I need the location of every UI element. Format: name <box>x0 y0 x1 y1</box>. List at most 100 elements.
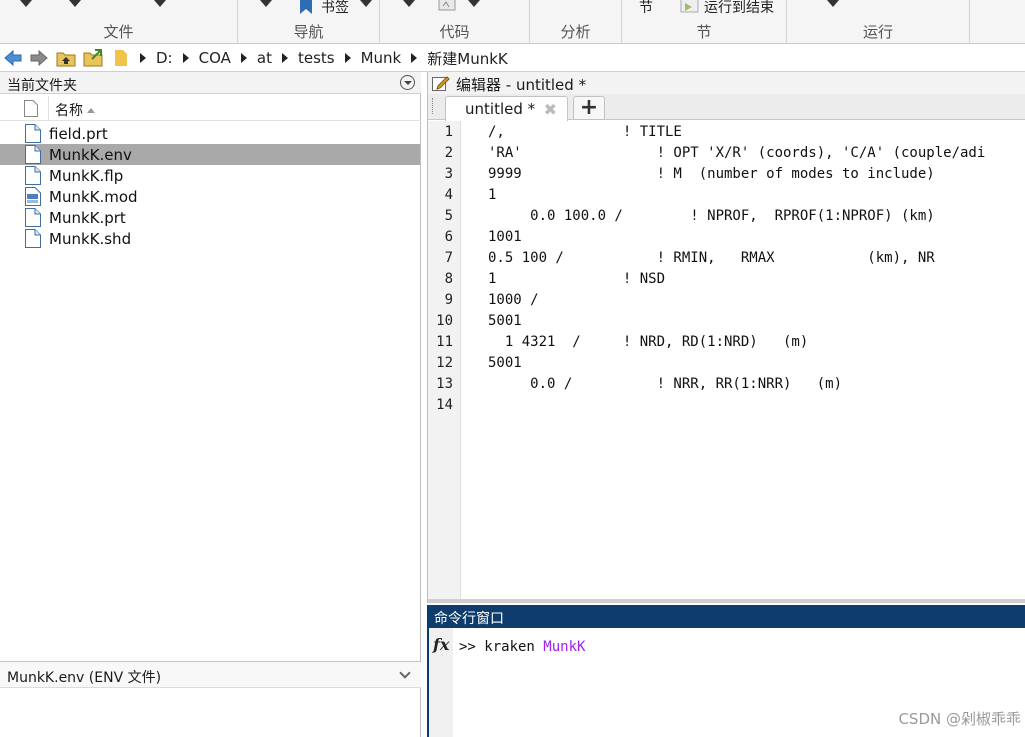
type-column-icon[interactable] <box>24 100 38 117</box>
line-number: 4 <box>444 187 453 203</box>
toolstrip-section-analyze: 分析 <box>530 0 622 44</box>
command-argument: MunkK <box>543 639 586 655</box>
run-to-end-button[interactable]: 运行到结束 <box>704 0 774 17</box>
code-line[interactable]: 1 <box>488 187 496 203</box>
command-input[interactable]: >> kraken MunkK <box>459 639 585 655</box>
text-file-icon <box>25 166 41 185</box>
line-number: 14 <box>436 397 453 413</box>
file-row[interactable]: field.prt <box>0 123 420 144</box>
code-line[interactable]: 5001 <box>488 313 522 329</box>
file-row[interactable]: MunkK.shd <box>0 228 420 249</box>
close-icon[interactable]: ✖ <box>544 100 557 119</box>
up-folder-icon[interactable] <box>56 48 76 68</box>
command-window-title: 命令行窗口 <box>429 605 1025 628</box>
sort-ascending-icon <box>87 108 95 113</box>
code-line[interactable]: 'RA' ! OPT 'X/R' (coords), 'C/A' (couple… <box>488 145 985 161</box>
back-arrow-icon[interactable] <box>3 48 23 68</box>
code-line[interactable]: /, ! TITLE <box>488 124 682 140</box>
toolstrip-section-label: 运行 <box>862 23 893 41</box>
line-number: 11 <box>436 334 453 350</box>
current-folder-title: 当前文件夹 <box>0 72 421 94</box>
line-number-gutter: 1 2 3 4 5 6 7 8 9 10 11 12 13 14 <box>428 121 461 603</box>
text-file-icon <box>25 124 41 143</box>
name-column-label: 名称 <box>55 103 83 119</box>
chevron-down-icon[interactable] <box>399 667 411 679</box>
bookmark-icon[interactable] <box>299 0 313 15</box>
file-list: field.prt MunkK.env MunkK.flp MunkK.mod … <box>0 123 420 249</box>
toolstrip-section-run: 运行 <box>787 0 970 44</box>
toolstrip-section-navigate: 书签 导航 <box>238 0 380 44</box>
editor-tab-bar: untitled * ✖ + <box>428 94 1025 121</box>
dropdown-arrow-icon[interactable] <box>154 0 166 7</box>
current-folder-title-text: 当前文件夹 <box>7 78 77 94</box>
code-line[interactable]: 9999 ! M (number of modes to include) <box>488 166 935 182</box>
file-row[interactable]: MunkK.flp <box>0 165 420 186</box>
toolstrip-section-label: 代码 <box>439 23 470 41</box>
tab-untitled[interactable]: untitled * ✖ <box>445 96 568 121</box>
dropdown-arrow-icon[interactable] <box>69 0 81 7</box>
function-browser-icon[interactable]: fx <box>433 635 449 654</box>
panel-menu-icon[interactable] <box>400 75 415 90</box>
run-to-end-icon[interactable] <box>680 0 700 14</box>
command-prompt-text: >> kraken <box>459 639 544 655</box>
line-number: 2 <box>444 145 453 161</box>
data-file-icon <box>25 187 41 206</box>
forward-arrow-icon[interactable] <box>29 48 49 68</box>
browse-folder-icon[interactable] <box>83 48 103 68</box>
breadcrumb-item[interactable]: tests <box>298 49 335 67</box>
file-row-selected[interactable]: MunkK.env <box>0 144 420 165</box>
toolstrip-section-label: 节 <box>696 23 712 41</box>
code-line[interactable]: 1 ! NSD <box>488 271 665 287</box>
code-line[interactable]: 1000 / <box>488 292 539 308</box>
code-line[interactable]: 0.0 100.0 / ! NPROF, RPROF(1:NPROF) (km) <box>488 208 935 224</box>
format-icon[interactable] <box>438 0 458 12</box>
code-area[interactable]: 1 2 3 4 5 6 7 8 9 10 11 12 13 14 /, ! TI… <box>428 121 1025 603</box>
details-file-label: MunkK.env (ENV 文件) <box>7 670 162 686</box>
dropdown-arrow-icon[interactable] <box>468 0 480 7</box>
breadcrumb-item[interactable]: COA <box>199 49 231 67</box>
tab-grip <box>432 98 433 114</box>
file-name: MunkK.mod <box>49 187 138 206</box>
text-file-icon <box>25 208 41 227</box>
dropdown-arrow-icon[interactable] <box>403 0 415 7</box>
address-bar: D: COA at tests Munk 新建MunkK <box>0 44 1025 72</box>
code-line[interactable]: 1001 <box>488 229 522 245</box>
breadcrumb[interactable]: D: COA at tests Munk 新建MunkK <box>130 44 508 72</box>
bookmark-button[interactable]: 书签 <box>321 0 349 17</box>
toolstrip: 文件 书签 导航 代码 分析 节 运行到结束 节 运行 <box>0 0 1025 44</box>
dropdown-arrow-icon[interactable] <box>260 0 272 7</box>
code-line[interactable]: 5001 <box>488 355 522 371</box>
line-number: 13 <box>436 376 453 392</box>
file-name: MunkK.env <box>49 145 132 164</box>
dropdown-arrow-icon[interactable] <box>827 0 839 7</box>
folder-icon <box>115 50 127 66</box>
file-name: MunkK.flp <box>49 166 124 185</box>
details-panel-header[interactable]: MunkK.env (ENV 文件) <box>0 661 421 688</box>
toolstrip-section-section: 节 运行到结束 节 <box>622 0 787 44</box>
file-row[interactable]: MunkK.prt <box>0 207 420 228</box>
line-number: 5 <box>444 208 453 224</box>
dropdown-arrow-icon[interactable] <box>360 0 372 7</box>
section-button[interactable]: 节 <box>639 0 653 17</box>
tab-label: untitled * <box>465 100 536 118</box>
name-column-header[interactable]: 名称 <box>55 100 95 120</box>
breadcrumb-separator-icon <box>240 53 247 63</box>
breadcrumb-item[interactable]: D: <box>156 49 173 67</box>
code-line[interactable]: 0.0 / ! NRR, RR(1:NRR) (m) <box>488 376 842 392</box>
breadcrumb-item[interactable]: 新建MunkK <box>427 48 507 69</box>
breadcrumb-separator-icon <box>344 53 351 63</box>
dropdown-arrow-icon[interactable] <box>20 0 32 7</box>
breadcrumb-item[interactable]: at <box>257 49 272 67</box>
new-tab-button[interactable]: + <box>573 96 605 120</box>
file-row[interactable]: MunkK.mod <box>0 186 420 207</box>
breadcrumb-separator-icon <box>182 53 189 63</box>
current-folder-panel: 当前文件夹 名称 field.prt MunkK.env MunkK.flp M… <box>0 72 421 737</box>
code-line[interactable]: 1 4321 / ! NRD, RD(1:NRD) (m) <box>488 334 808 350</box>
code-line[interactable]: 0.5 100 / ! RMIN, RMAX (km), NR <box>488 250 935 266</box>
editor-bottom-border <box>428 599 1025 603</box>
editor-title-text: 编辑器 - untitled * <box>456 76 587 94</box>
line-number: 7 <box>444 250 453 266</box>
breadcrumb-item[interactable]: Munk <box>361 49 402 67</box>
column-divider <box>48 96 49 120</box>
toolstrip-section-label: 导航 <box>293 23 324 41</box>
